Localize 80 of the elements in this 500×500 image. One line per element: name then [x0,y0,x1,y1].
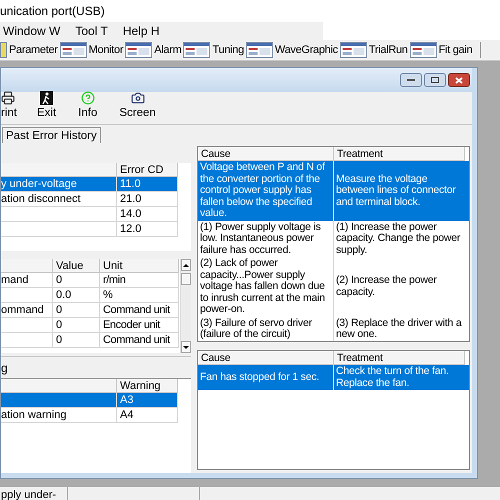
toolbar-button[interactable]: Monitor [88,42,124,58]
toolbar-button[interactable]: Parameter [9,42,58,58]
table-row[interactable]: ation warning A4 [1,408,178,423]
window-thumbnail-icon [340,42,367,58]
table-row[interactable]: Fan has stopped for 1 sec. Check the turn of the fan. Replace the fan. [198,365,469,390]
treatment-text: Check the turn of the fan. Replace the fan. [336,366,450,389]
window-thumbnail-icon [0,42,7,58]
camera-icon [130,90,145,105]
table-cell: 0.0 [53,288,100,303]
toolbar-button[interactable]: Tuning [212,42,244,58]
toolbar-button[interactable]: WaveGraphic [274,42,338,58]
table-row[interactable]: y under-voltage 11.0 [1,177,178,192]
table-row[interactable]: Voltage between P and N of the converter portion of the control power supply has fallen below the specified value. Measure the voltage between lines of connector and terminal block. [198,161,469,220]
treatment-text: (3) Replace the driver with a new one. [336,318,463,340]
toolbar-button[interactable]: TrialRun [368,42,408,58]
table-cell: 0 [53,333,100,348]
treatment-text: Measure the voltage between lines of connector and terminal block. [336,174,457,208]
column-header[interactable]: Unit [100,259,179,273]
table-cell: Command unit [100,303,179,318]
menu-item[interactable]: Help H [122,22,160,40]
toolbar-button[interactable]: Alarm [154,42,182,58]
tool-button[interactable]: Info [76,90,100,122]
scrollbar[interactable] [180,259,191,353]
window-thumbnail-icon [410,42,437,58]
cell-text: mand [1,274,29,286]
close-icon [455,76,463,84]
table-cell: 0 [53,318,100,333]
menu-item[interactable]: Window W [3,22,60,40]
cause-text: (2) Lack of power capacity...Power supply voltage has fallen down due to inrush current at the main power-on. [200,258,326,316]
cause-text: (3) Failure of servo driver (failure of the circuit) [200,318,313,340]
tool-button[interactable]: Screen [117,90,158,122]
column-header[interactable]: Error CD [117,163,178,177]
minimize-button[interactable] [400,73,422,87]
section-label: g [1,360,8,376]
tab[interactable]: Past Error History [3,127,101,143]
column-header[interactable]: Cause [198,147,334,161]
column-header[interactable]: Treatment [334,351,465,365]
table-cell [1,333,53,348]
cell-text: ation disconnect [1,193,80,205]
column-header[interactable]: Value [53,259,100,273]
status-bar-cell: pply under- [0,487,68,500]
table-cell: r/min [100,273,179,288]
window-thumbnail-icon [125,42,152,58]
close-button[interactable] [448,73,470,87]
window-title: unication port(USB) [0,3,105,20]
cause-text: (1) Power supply voltage is low. Instantaneous power failure has occurred. [200,222,322,256]
cell-text: ation warning [1,409,66,421]
table-cell: 0 [53,303,100,318]
table-row[interactable]: 12.0 [1,222,178,237]
tab-edge[interactable] [1,127,3,143]
table-cell: 0 [53,273,100,288]
cause-text: Fan has stopped for 1 sec. [200,372,320,384]
column-header[interactable]: Cause [198,351,334,365]
table-row[interactable]: ation disconnect 21.0 [1,192,178,207]
table-cell: A4 [117,408,178,423]
table-cell: Encoder unit [100,318,179,333]
table-row[interactable]: 14.0 [1,207,178,222]
menu-item[interactable]: Tool T [75,22,108,40]
toolbar-button[interactable]: Fit gain [438,42,472,58]
cell-text: y under-voltage [1,178,77,190]
table-cell: Command unit [100,333,179,348]
table-row[interactable]: (1) Power supply voltage is low. Instantaneous power failure has occurred. (1) Increase the power capacity. Change the power supply. [198,220,469,257]
treatment-text: (2) Increase the power capacity. [336,275,438,298]
tool-button[interactable]: Exit [34,90,58,122]
column-header[interactable]: Warning [117,379,178,393]
window-thumbnail-icon [60,42,87,58]
maximize-button[interactable] [424,73,446,87]
table-cell: % [100,288,179,303]
help-icon [80,90,95,105]
exit-icon [40,90,54,105]
cell-text: ommand [1,304,44,316]
table-cell: 12.0 [117,222,178,237]
window-thumbnail-icon [246,42,273,58]
window-thumbnail-icon [183,42,210,58]
column-header[interactable]: Treatment [334,147,465,161]
table-row[interactable]: A3 [1,393,178,408]
printer-icon [1,90,15,105]
tool-button[interactable]: rint [1,90,17,122]
cause-text: Voltage between P and N of the converter portion of the control power supply has fallen below the specified value. [200,162,326,220]
treatment-text: (1) Increase the power capacity. Change the power supply. [336,222,462,256]
